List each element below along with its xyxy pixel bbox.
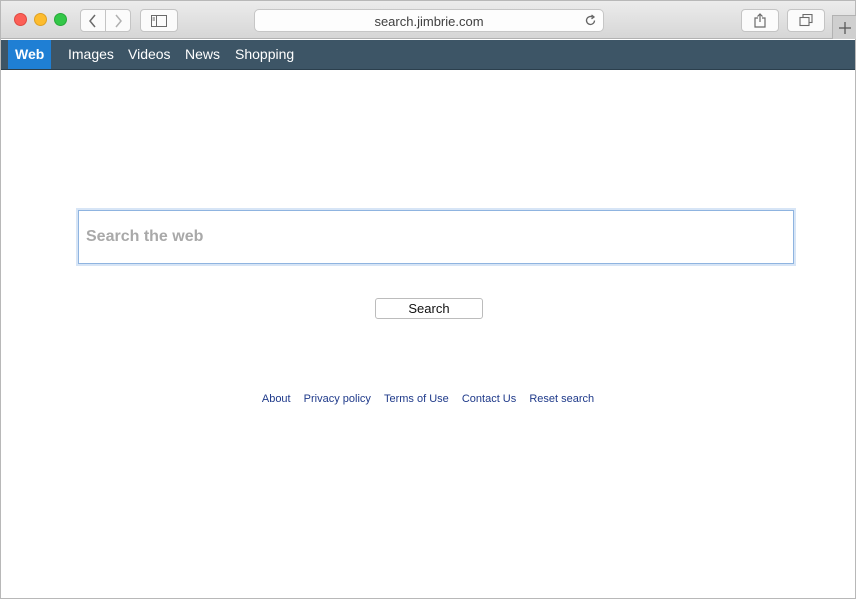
footer-link-about[interactable]: About [262,393,291,405]
close-window-icon[interactable] [14,13,27,26]
reload-icon[interactable] [584,14,597,27]
zoom-window-icon[interactable] [54,13,67,26]
tabs-overview-icon [799,14,813,27]
forward-button[interactable] [105,9,131,32]
search-input[interactable] [78,210,794,264]
nav-tab-videos[interactable]: Videos [121,40,178,69]
browser-toolbar: search.jimbrie.com [1,1,856,39]
plus-icon [838,21,851,34]
footer-link-reset-search[interactable]: Reset search [529,393,594,405]
category-nav: Web Images Videos News Shopping [1,40,855,70]
address-bar[interactable]: search.jimbrie.com [254,9,604,32]
share-button[interactable] [741,9,779,32]
nav-tab-images[interactable]: Images [61,40,121,69]
footer-link-terms-of-use[interactable]: Terms of Use [384,393,449,405]
share-icon [754,13,766,28]
chevron-right-icon [115,14,122,27]
footer-links: About Privacy policy Terms of Use Contac… [1,393,855,405]
search-button[interactable]: Search [375,298,483,319]
sidebar-icon [151,14,167,27]
nav-tab-web[interactable]: Web [8,40,52,69]
sidebar-toggle-button[interactable] [140,9,178,32]
new-tab-button[interactable] [832,15,856,39]
chevron-left-icon [89,14,96,27]
minimize-window-icon[interactable] [34,13,47,26]
back-button[interactable] [80,9,106,32]
address-bar-url: search.jimbrie.com [374,14,484,29]
footer-link-privacy-policy[interactable]: Privacy policy [304,393,371,405]
nav-tab-shopping[interactable]: Shopping [228,40,301,69]
browser-window: search.jimbrie.com Web Images Videos New… [0,0,856,599]
footer-link-contact-us[interactable]: Contact Us [462,393,516,405]
show-tabs-button[interactable] [787,9,825,32]
nav-tab-news[interactable]: News [178,40,227,69]
